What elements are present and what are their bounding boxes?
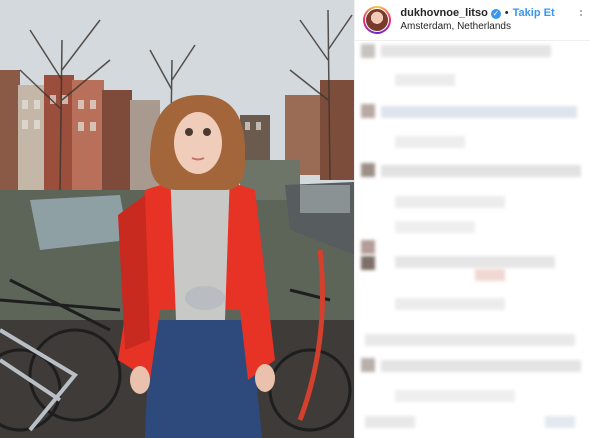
blurred-avatar bbox=[361, 358, 376, 372]
more-options-icon[interactable] bbox=[580, 10, 590, 20]
blurred-text bbox=[395, 196, 506, 208]
building bbox=[72, 80, 104, 190]
blurred-avatar bbox=[361, 163, 376, 177]
face bbox=[174, 112, 222, 174]
avatar[interactable] bbox=[363, 6, 392, 34]
building bbox=[320, 80, 355, 180]
blurred-avatar bbox=[361, 104, 376, 118]
verified-badge-icon: ✓ bbox=[490, 8, 501, 19]
username-link[interactable]: dukhovnoe_litso bbox=[400, 7, 487, 20]
hand-right bbox=[255, 364, 275, 392]
building bbox=[44, 75, 74, 190]
blurred-text bbox=[381, 360, 582, 372]
blurred-text bbox=[395, 74, 456, 86]
location-link[interactable]: Amsterdam, Netherlands bbox=[400, 20, 554, 33]
building bbox=[102, 90, 132, 190]
blurred-text bbox=[395, 136, 466, 148]
blurred-avatar bbox=[361, 256, 376, 270]
blurred-text bbox=[395, 221, 476, 233]
post-header: dukhovnoe_litso ✓ • Takip Et Amsterdam, … bbox=[355, 0, 590, 41]
blurred-text bbox=[381, 165, 582, 177]
eye bbox=[185, 128, 193, 136]
post-sidebar: dukhovnoe_litso ✓ • Takip Et Amsterdam, … bbox=[354, 0, 590, 438]
follow-button[interactable]: Takip Et bbox=[513, 7, 555, 20]
blurred-emoji bbox=[475, 269, 506, 281]
separator-dot: • bbox=[504, 7, 509, 19]
photo-canvas bbox=[0, 0, 355, 438]
blurred-text bbox=[381, 45, 552, 57]
instagram-post: dukhovnoe_litso ✓ • Takip Et Amsterdam, … bbox=[0, 0, 590, 438]
hand-left bbox=[130, 366, 150, 394]
blurred-text bbox=[395, 390, 516, 402]
blurred-text bbox=[395, 298, 506, 310]
blurred-text bbox=[365, 334, 576, 346]
author-meta: dukhovnoe_litso ✓ • Takip Et Amsterdam, … bbox=[400, 7, 554, 33]
blurred-text bbox=[381, 106, 578, 118]
belt-bag bbox=[185, 286, 225, 310]
eye bbox=[203, 128, 211, 136]
post-photo[interactable] bbox=[0, 0, 355, 438]
blurred-avatar bbox=[361, 44, 376, 58]
author-line: dukhovnoe_litso ✓ • Takip Et bbox=[400, 7, 554, 20]
blurred-text bbox=[365, 416, 416, 428]
building bbox=[0, 70, 20, 190]
blurred-text bbox=[395, 256, 556, 268]
blurred-avatar bbox=[361, 240, 376, 254]
avatar-image bbox=[365, 8, 390, 32]
boat-cabin bbox=[300, 185, 350, 213]
blurred-text bbox=[545, 416, 576, 428]
